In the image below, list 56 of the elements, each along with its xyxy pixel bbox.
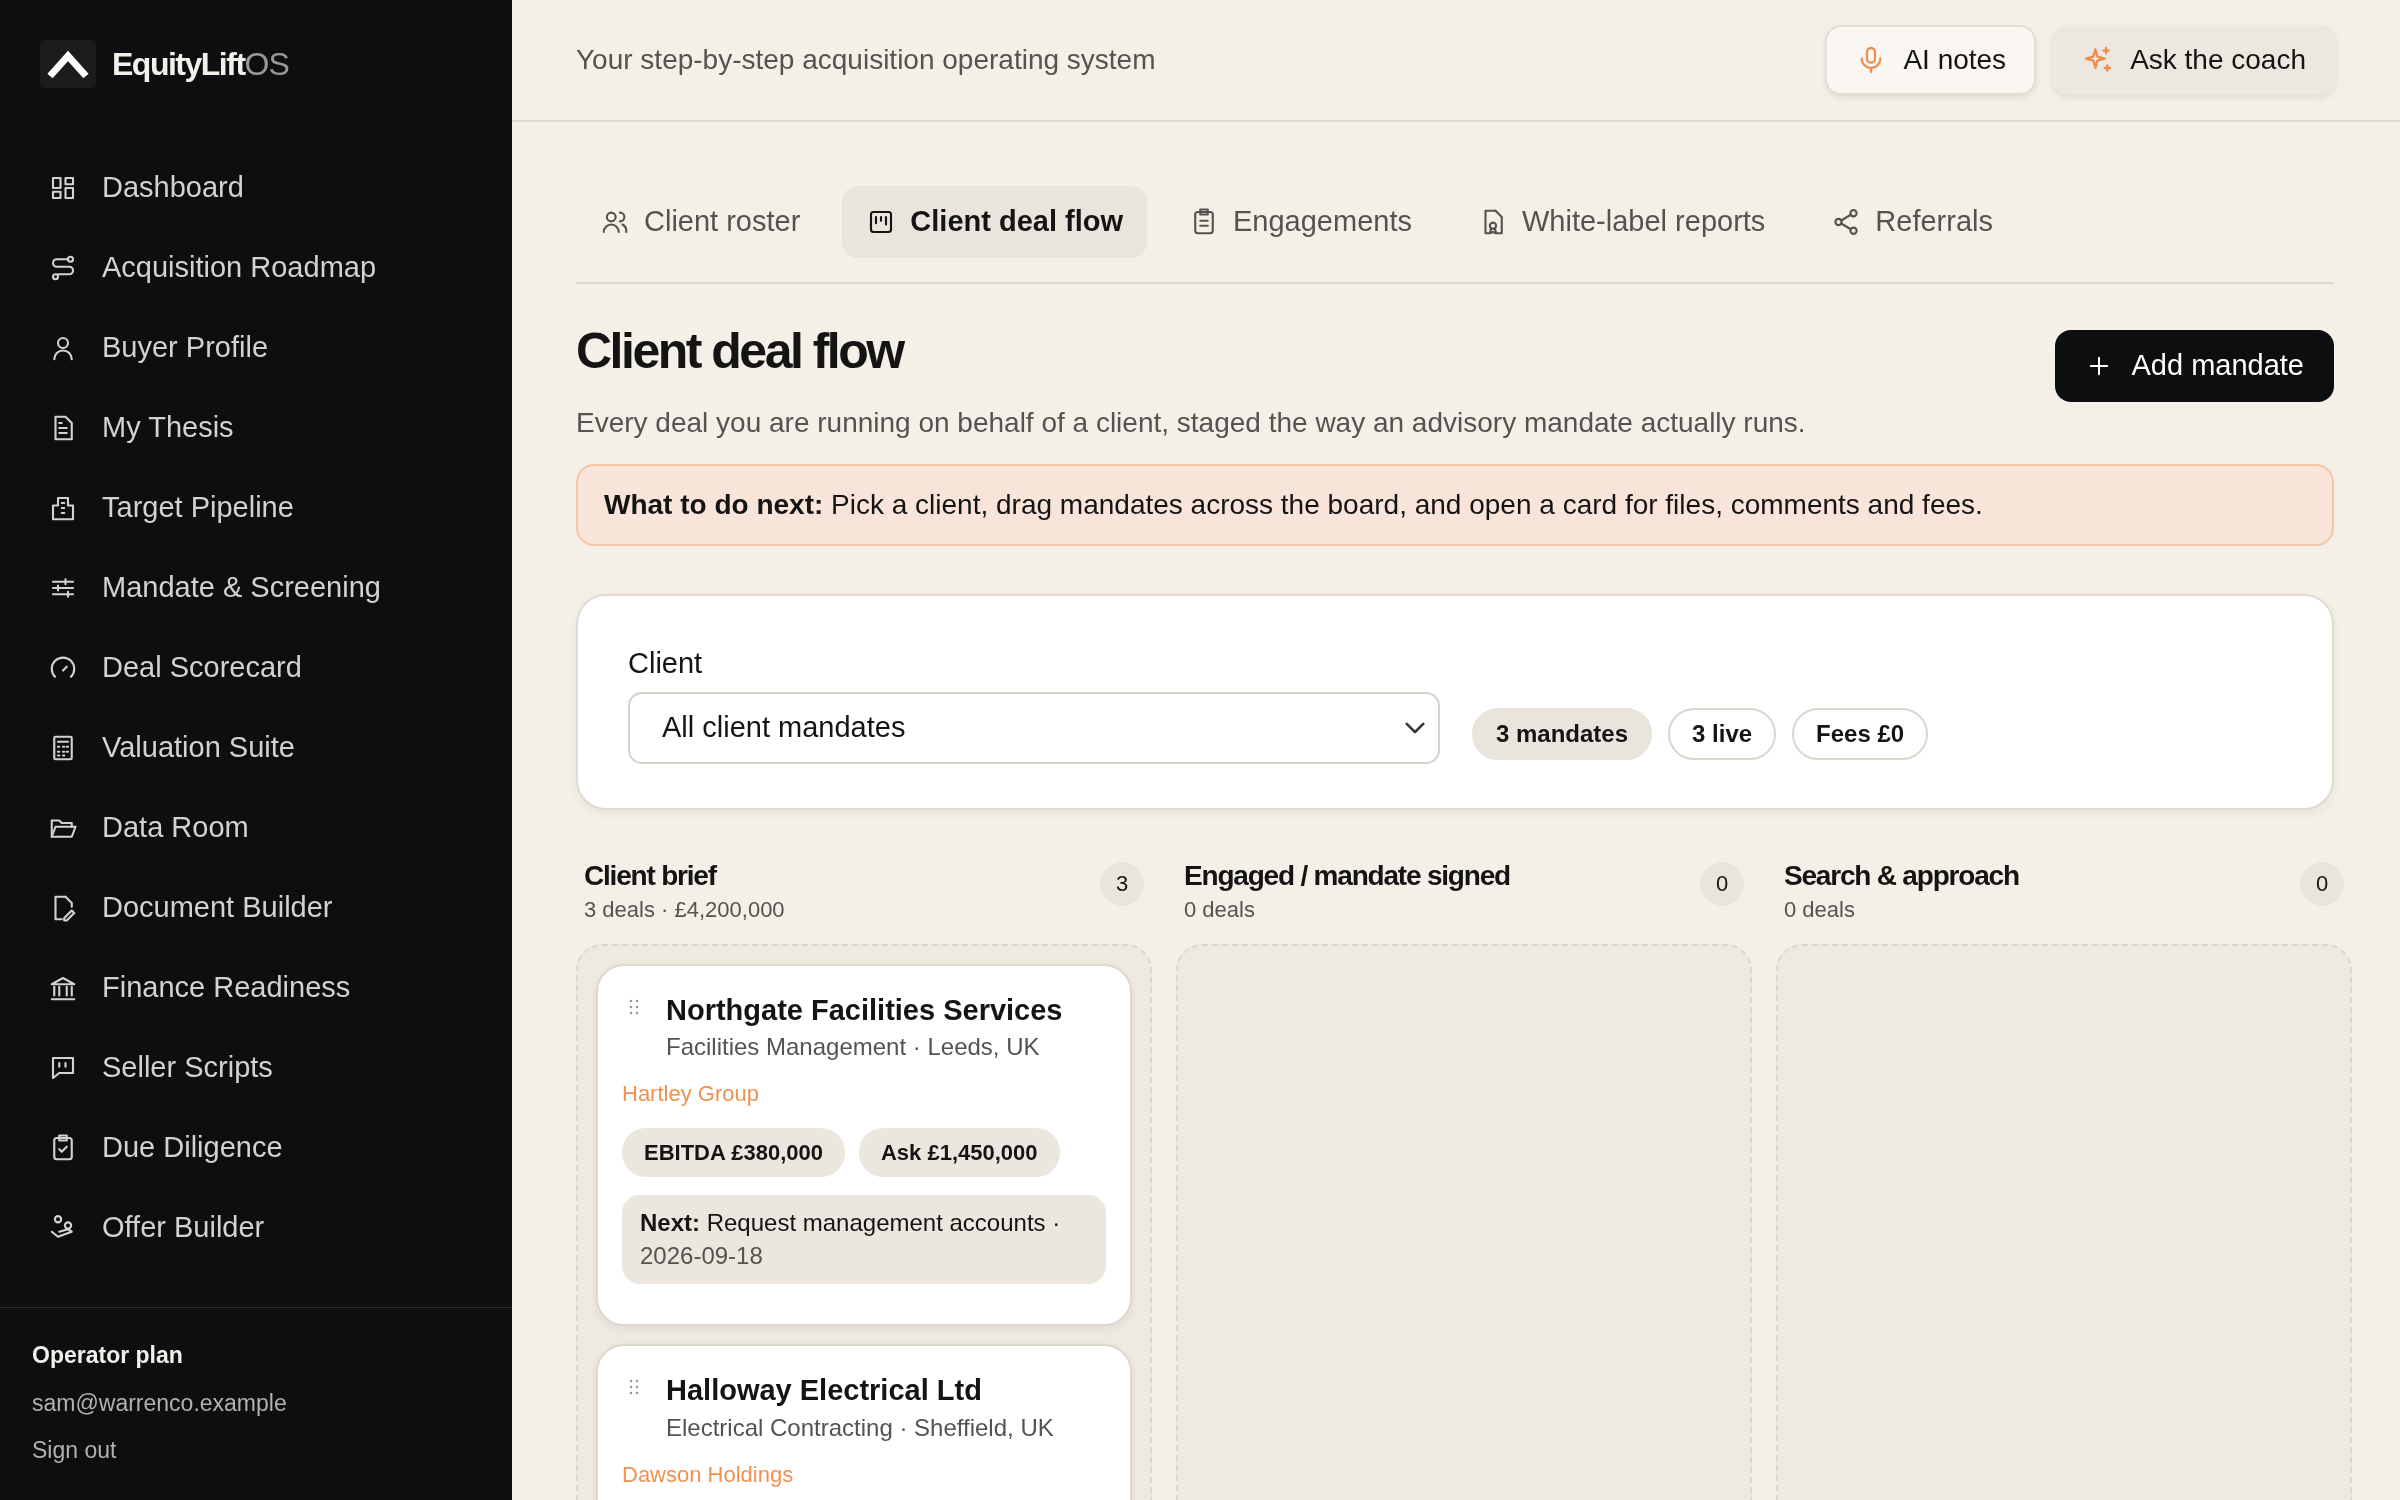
tab[interactable]: Client roster (576, 186, 825, 258)
count-chip: 3 mandates (1472, 707, 1653, 760)
tab[interactable]: White-label reports (1454, 186, 1790, 258)
count-badge: 3 (1100, 861, 1144, 906)
count-chip: 3 live (1668, 707, 1777, 760)
hint-banner: What to do next: Pick a client, drag mandates across the board, and open a card for files, comments and fees. (576, 464, 2334, 546)
brand-name: EquityLiftOS (112, 45, 289, 84)
deal-meta: Electrical Contracting · Sheffield, UK (666, 1412, 1054, 1443)
sign-out-link[interactable]: Sign out (32, 1437, 117, 1465)
deal-meta: Facilities Management · Leeds, UK (666, 1032, 1041, 1063)
column-title: Engaged / mandate signed (1184, 858, 1510, 893)
deal-name: Halloway Electrical Ltd (666, 1372, 983, 1408)
sidebar-item[interactable]: Mandate & Screening (0, 548, 512, 628)
client-select[interactable]: All client mandates (628, 691, 1440, 764)
next-step: Next: Request management accounts · 2026-09-18 (622, 1195, 1106, 1284)
add-mandate-button[interactable]: Add mandate (2055, 330, 2334, 402)
column-summary: 0 deals (1184, 895, 1256, 924)
sidebar-item[interactable]: Offer Builder (0, 1188, 512, 1268)
tab[interactable]: Referrals (1807, 186, 2017, 258)
count-badge: 0 (2300, 861, 2344, 906)
column-summary: 3 deals · £4,200,000 (584, 895, 785, 924)
sidebar-item[interactable]: Dashboard (0, 148, 512, 228)
page-title: Client deal flow (576, 324, 903, 379)
sidebar-item[interactable]: Seller Scripts (0, 1028, 512, 1108)
sidebar-item[interactable]: Target Pipeline (0, 468, 512, 548)
sidebar-item[interactable]: Acquisition Roadmap (0, 228, 512, 308)
plan-name: Operator plan (32, 1342, 183, 1370)
coach-button[interactable]: Ask the coach (2052, 25, 2336, 95)
deal-tag: EBITDA £380,000 (622, 1128, 845, 1178)
client-label: Client (628, 646, 704, 681)
column-title: Search & approach (1784, 858, 2019, 893)
user-email: sam@warrenco.example (32, 1389, 287, 1418)
tagline: Your step-by-step acquisition operating system (576, 43, 1156, 77)
column-title: Client brief (584, 858, 718, 893)
deal-card[interactable]: Halloway Electrical Ltd Electrical Contracting · Sheffield, UK Dawson Holdings (596, 1343, 1132, 1500)
tab[interactable]: Client deal flow (842, 186, 1147, 258)
count-chip: Fees £0 (1792, 707, 1929, 760)
count-badge: 0 (1700, 861, 1744, 906)
sidebar-item[interactable]: Valuation Suite (0, 708, 512, 788)
sidebar-item[interactable]: Data Room (0, 788, 512, 868)
client-name: Hartley Group (622, 1080, 759, 1109)
sidebar-item[interactable]: My Thesis (0, 388, 512, 468)
sidebar-item[interactable]: Document Builder (0, 868, 512, 948)
deal-tag: Ask £1,450,000 (858, 1128, 1060, 1178)
client-name: Dawson Holdings (622, 1460, 794, 1489)
sidebar-item[interactable]: Deal Scorecard (0, 628, 512, 708)
column-summary: 0 deals (1784, 895, 1856, 924)
deal-name: Northgate Facilities Services (666, 992, 1063, 1028)
deal-card[interactable]: Northgate Facilities Services Facilities Management · Leeds, UK Hartley Group EBITDA £380,000 Ask £1,450,000 Next: Request management accounts · 2026-09-18 (596, 963, 1132, 1326)
sidebar-item[interactable]: Due Diligence (0, 1108, 512, 1188)
page-subtitle: Every deal you are running on behalf of a client, staged the way an advisory mandate actually runs. (576, 406, 1807, 440)
logo-icon (40, 40, 96, 88)
sidebar-item[interactable]: Buyer Profile (0, 308, 512, 388)
tab[interactable]: Engagements (1165, 186, 1436, 258)
sidebar-item[interactable]: Finance Readiness (0, 948, 512, 1028)
notes-button[interactable]: AI notes (1825, 25, 2037, 95)
